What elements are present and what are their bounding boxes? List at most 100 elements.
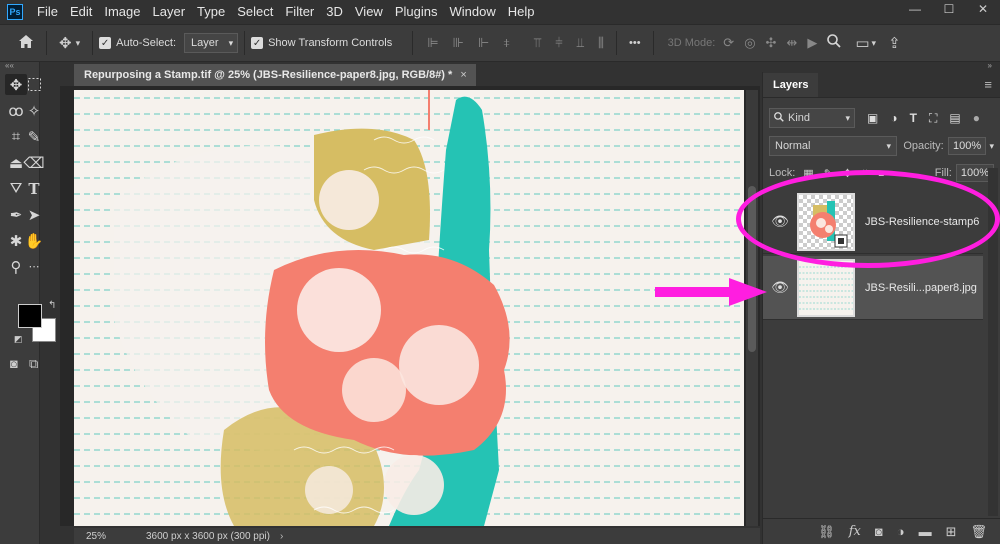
show-transform-checkbox[interactable]: ✓ Show Transform Controls <box>251 37 392 49</box>
menu-view[interactable]: View <box>349 0 389 24</box>
auto-select-dropdown[interactable]: Layer ▾ <box>184 33 239 53</box>
menu-edit[interactable]: Edit <box>64 0 98 24</box>
close-tab-icon[interactable]: × <box>460 69 466 81</box>
menu-select[interactable]: Select <box>231 0 279 24</box>
search-icon[interactable] <box>827 34 841 52</box>
roll-3d-icon[interactable]: ◎ <box>744 35 755 51</box>
eraser-tool-icon[interactable]: ⌫ <box>23 152 45 173</box>
new-group-icon[interactable]: ▬ <box>919 524 932 539</box>
workspace-icon[interactable]: ▭ <box>855 34 869 52</box>
adjustment-filter-icon[interactable]: ◑ <box>890 111 897 126</box>
layers-panel: Layers ≡ Kind ▾ ▣ ◑ T ⛶ ▤ ● Normal ▾ Opa… <box>762 72 1000 544</box>
close-button[interactable]: ✕ <box>966 0 1000 18</box>
filter-toggle-icon[interactable]: ● <box>973 111 980 126</box>
smart-object-filter-icon[interactable]: ▤ <box>949 111 960 126</box>
align-top-icon[interactable]: ⫪ <box>534 35 541 51</box>
menu-image[interactable]: Image <box>98 0 146 24</box>
maximize-button[interactable]: ☐ <box>932 0 966 18</box>
fx-icon[interactable]: fx <box>849 524 861 539</box>
menu-help[interactable]: Help <box>502 0 541 24</box>
menu-window[interactable]: Window <box>443 0 501 24</box>
quick-mask-icon[interactable]: ◙ <box>10 356 18 371</box>
shape-filter-icon[interactable]: ⛶ <box>929 111 937 126</box>
hand-tool-icon[interactable]: ✋ <box>23 230 45 251</box>
panel-menu-icon[interactable]: ≡ <box>984 77 992 92</box>
share-icon[interactable]: ⇪ <box>888 34 901 52</box>
move-tool-icon[interactable]: ✥ <box>59 34 72 52</box>
auto-select-checkbox[interactable]: ✓ Auto-Select: <box>99 37 176 49</box>
zoom-level[interactable]: 25% <box>74 531 124 542</box>
tools-panel: «« ✥ ꝏ ✧ ⌗ ✎ ⏏ ⌫ ⛛ T ✒ ➤ ✱ ✋ ⚲ ⋯ ↰ ◩ ◙ ⧉ <box>0 62 56 544</box>
more-tools-icon[interactable]: ⋯ <box>23 256 45 277</box>
orbit-3d-icon[interactable]: ⟳ <box>723 35 734 51</box>
divider <box>244 31 246 55</box>
home-icon[interactable] <box>18 34 34 53</box>
foreground-color-swatch[interactable] <box>18 304 42 328</box>
link-layers-icon[interactable]: ⛓ <box>818 524 835 540</box>
document-tab[interactable]: Repurposing a Stamp.tif @ 25% (JBS-Resil… <box>74 64 476 86</box>
marquee-tool-icon[interactable] <box>23 74 45 95</box>
brush-tool-icon[interactable]: ✎ <box>23 126 45 147</box>
divider <box>92 31 94 55</box>
new-layer-icon[interactable]: ⊞ <box>946 524 957 540</box>
menu-plugins[interactable]: Plugins <box>389 0 444 24</box>
lock-label: Lock: <box>769 167 796 179</box>
visibility-eye-icon[interactable]: 👁︎ <box>763 279 797 296</box>
slide-3d-icon[interactable]: ⇹ <box>786 35 797 51</box>
magic-wand-tool-icon[interactable]: ✧ <box>23 100 45 121</box>
type-tool-icon[interactable]: T <box>23 178 45 199</box>
layer-name[interactable]: JBS-Resili...paper8.jpg <box>865 282 977 294</box>
photoshop-logo-icon[interactable]: Ps <box>7 4 23 20</box>
search-icon <box>774 111 784 125</box>
align-bottom-icon[interactable]: ⫫ <box>577 35 584 51</box>
document-info: 3600 px x 3600 px (300 ppi) <box>146 530 270 542</box>
highlight-ellipse <box>736 170 1000 268</box>
divider <box>652 31 654 55</box>
trash-icon[interactable]: 🗑︎ <box>970 524 987 540</box>
chevron-down-icon[interactable]: ▾ <box>989 141 994 152</box>
status-bar: 25% 3600 px x 3600 px (300 ppi) › <box>74 528 760 544</box>
collapse-panel-icon[interactable]: » <box>762 62 1000 72</box>
more-options-button[interactable]: ••• <box>629 37 641 49</box>
distribute-icon[interactable]: ⫼ <box>598 35 604 51</box>
opacity-input[interactable]: 100% <box>947 137 987 155</box>
tab-layers[interactable]: Layers <box>763 73 819 97</box>
menu-filter[interactable]: Filter <box>279 0 320 24</box>
video-camera-icon[interactable]: ▶ <box>807 35 817 51</box>
screen-mode-icon[interactable]: ⧉ <box>29 356 38 372</box>
align-left-icon[interactable]: ⊫ <box>427 35 438 51</box>
menu-bar: Ps File Edit Image Layer Type Select Fil… <box>0 0 1000 24</box>
menu-type[interactable]: Type <box>191 0 231 24</box>
chevron-down-icon[interactable]: ▾ <box>76 38 81 49</box>
align-center-icon[interactable]: ⊪ <box>453 35 464 51</box>
kind-filter-dropdown[interactable]: Kind ▾ <box>769 108 855 128</box>
chevron-down-icon: ▾ <box>845 112 850 123</box>
align-horizontal-icon[interactable]: ⧧ <box>503 35 510 51</box>
swap-colors-icon[interactable]: ↰ <box>48 300 56 311</box>
3d-mode-label: 3D Mode: <box>667 37 716 49</box>
artwork <box>74 90 744 526</box>
opacity-label: Opacity: <box>903 140 944 152</box>
blend-mode-dropdown[interactable]: Normal ▾ <box>769 136 897 156</box>
auto-select-label: Auto-Select: <box>116 37 177 49</box>
add-mask-icon[interactable]: ◙ <box>875 524 883 539</box>
align-middle-icon[interactable]: ⫩ <box>555 35 562 51</box>
path-selection-tool-icon[interactable]: ➤ <box>23 204 45 225</box>
document-canvas[interactable] <box>74 90 744 526</box>
drag-3d-icon[interactable]: ✣ <box>766 35 777 51</box>
pixel-filter-icon[interactable]: ▣ <box>867 111 878 126</box>
menu-file[interactable]: File <box>31 0 64 24</box>
align-right-icon[interactable]: ⊩ <box>478 35 489 51</box>
type-filter-icon[interactable]: T <box>910 111 917 126</box>
blend-mode-value: Normal <box>775 140 811 152</box>
default-colors-icon[interactable]: ◩ <box>14 334 23 345</box>
checkmark-icon: ✓ <box>251 37 264 49</box>
color-swatches: ↰ ◩ <box>14 300 60 346</box>
menu-layer[interactable]: Layer <box>147 0 192 24</box>
collapse-toolbar-icon[interactable]: «« <box>0 62 39 72</box>
chevron-down-icon[interactable]: ▾ <box>872 38 877 49</box>
minimize-button[interactable]: — <box>898 0 932 18</box>
adjustment-layer-icon[interactable]: ◑ <box>897 524 905 539</box>
menu-3d[interactable]: 3D <box>320 0 349 24</box>
status-menu-icon[interactable]: › <box>280 531 283 542</box>
